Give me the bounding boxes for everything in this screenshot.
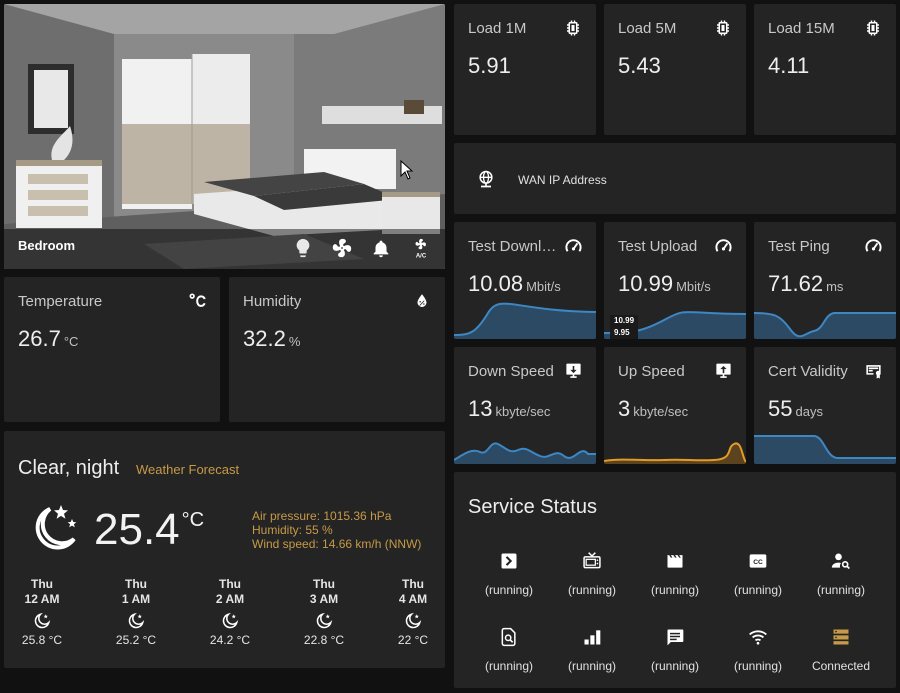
down-speed-label: Down Speed: [468, 363, 554, 380]
load-15m-card[interactable]: Load 15M 4.11: [754, 4, 896, 135]
test-download-label: Test Downl…: [468, 238, 557, 255]
test-ping-card[interactable]: Test Ping 71.62 ms: [754, 222, 896, 339]
wifi-icon: [748, 627, 768, 647]
service-status-card: Service Status (running) (running) (runn…: [454, 472, 896, 688]
load-1m-label: Load 1M: [468, 20, 527, 37]
load-5m-value: 5.43: [618, 53, 661, 78]
service-item[interactable]: (running): [718, 627, 798, 673]
moon-icon: [221, 612, 239, 630]
humidity-card[interactable]: Humidity 32.2%: [229, 277, 445, 422]
bell-icon[interactable]: [370, 237, 392, 259]
download-network-icon: [564, 362, 582, 380]
service-item[interactable]: (running): [635, 551, 715, 597]
forecast-item: Thu 2 AM 24.2 °C: [209, 577, 251, 647]
weather-humidity: Humidity: 55 %: [252, 523, 333, 537]
humidity-label: Humidity: [243, 293, 302, 310]
test-download-sparkline: [454, 302, 596, 339]
load-5m-label: Load 5M: [618, 20, 677, 37]
load-15m-label: Load 15M: [768, 20, 835, 37]
server-icon: [831, 627, 851, 647]
up-speed-sparkline: [604, 442, 746, 464]
moon-icon: [315, 612, 333, 630]
svg-text:A/C: A/C: [416, 254, 427, 259]
down-speed-card[interactable]: Down Speed 13 kbyte/sec: [454, 347, 596, 464]
moon-icon: [404, 612, 422, 630]
forecast-item: Thu 12 AM 25.8 °C: [21, 577, 63, 647]
down-speed-sparkline: [454, 442, 596, 464]
account-search-icon: [831, 551, 851, 571]
mouse-cursor-icon: [400, 160, 414, 180]
console-icon: [499, 551, 519, 571]
sparkline-tooltip: 10.99 9.95: [610, 315, 639, 339]
service-item[interactable]: (running): [552, 627, 632, 673]
cert-validity-label: Cert Validity: [768, 363, 848, 380]
service-item[interactable]: (running): [469, 627, 549, 673]
load-1m-card[interactable]: Load 1M 5.91: [454, 4, 596, 135]
test-ping-label: Test Ping: [768, 238, 830, 255]
speedometer-icon: [564, 237, 582, 255]
up-speed-label: Up Speed: [618, 363, 685, 380]
test-ping-sparkline: [754, 312, 896, 339]
cert-validity-card[interactable]: Cert Validity 55 days: [754, 347, 896, 464]
upload-network-icon: [714, 362, 732, 380]
signal-bars-icon: [582, 627, 602, 647]
moon-stars-icon: [24, 499, 80, 555]
service-item[interactable]: Connected: [801, 627, 881, 673]
cert-validity-sparkline: [754, 435, 896, 464]
temperature-label: Temperature: [18, 293, 103, 310]
tv-icon: [582, 551, 602, 571]
cpu-icon: [564, 19, 582, 37]
air-conditioner-icon[interactable]: A/C: [410, 237, 432, 259]
closed-caption-icon: CC: [748, 551, 768, 571]
service-item[interactable]: CC (running): [718, 551, 798, 597]
weather-condition: Clear, night: [18, 457, 120, 479]
test-upload-label: Test Upload: [618, 238, 698, 255]
test-upload-card[interactable]: Test Upload 10.99 Mbit/s 10.99 9.95: [604, 222, 746, 339]
service-item[interactable]: (running): [635, 627, 715, 673]
weather-temperature: 25.4 °C: [94, 505, 205, 554]
fan-icon[interactable]: [331, 237, 353, 259]
wan-ip-card[interactable]: WAN IP Address: [454, 143, 896, 214]
speedometer-icon: [714, 237, 732, 255]
up-speed-card[interactable]: Up Speed 3 kbyte/sec: [604, 347, 746, 464]
load-1m-value: 5.91: [468, 53, 511, 78]
globe-icon: [476, 169, 496, 189]
tooltip-max: 10.99: [614, 316, 635, 325]
service-item[interactable]: (running): [469, 551, 549, 597]
temperature-value: 26.7 °C: [18, 326, 79, 351]
weather-forecast-card[interactable]: Clear, night Weather Forecast 25.4 °C Air…: [4, 431, 445, 668]
weather-air-pressure: Air pressure: 1015.36 hPa: [252, 509, 392, 523]
temperature-card[interactable]: Temperature 26.7 °C: [4, 277, 220, 422]
picture-title: Bedroom: [18, 238, 76, 253]
load-15m-value: 4.11: [768, 53, 810, 78]
service-item[interactable]: (running): [552, 551, 632, 597]
svg-text:CC: CC: [753, 559, 763, 566]
forecast-item: Thu 3 AM 22.8 °C: [303, 577, 345, 647]
moon-icon: [127, 612, 145, 630]
service-status-title: Service Status: [468, 496, 597, 518]
certificate-icon: [864, 362, 882, 380]
water-percent-icon: [413, 292, 431, 310]
test-download-card[interactable]: Test Downl… 10.08 Mbit/s: [454, 222, 596, 339]
file-search-icon: [499, 627, 519, 647]
movie-icon: [665, 551, 685, 571]
message-text-icon: [665, 627, 685, 647]
lightbulb-icon[interactable]: [292, 237, 314, 259]
load-5m-card[interactable]: Load 5M 5.43: [604, 4, 746, 135]
celsius-icon: [188, 292, 206, 310]
humidity-value: 32.2%: [243, 326, 301, 351]
service-item[interactable]: (running): [801, 551, 881, 597]
weather-entity-name: Weather Forecast: [136, 462, 240, 477]
forecast-item: Thu 1 AM 25.2 °C: [115, 577, 157, 647]
wan-ip-label: WAN IP Address: [518, 173, 607, 187]
speedometer-icon: [864, 237, 882, 255]
forecast-item: Thu 4 AM 22 °C: [397, 577, 429, 647]
tooltip-min: 9.95: [614, 328, 630, 337]
bedroom-picture-card[interactable]: Bedroom A/C: [4, 4, 445, 269]
cpu-icon: [864, 19, 882, 37]
weather-attributes: Air pressure: 1015.36 hPa Humidity: 55 %…: [252, 509, 421, 551]
moon-icon: [33, 612, 51, 630]
cpu-icon: [714, 19, 732, 37]
weather-wind-speed: Wind speed: 14.66 km/h (NNW): [252, 537, 422, 551]
